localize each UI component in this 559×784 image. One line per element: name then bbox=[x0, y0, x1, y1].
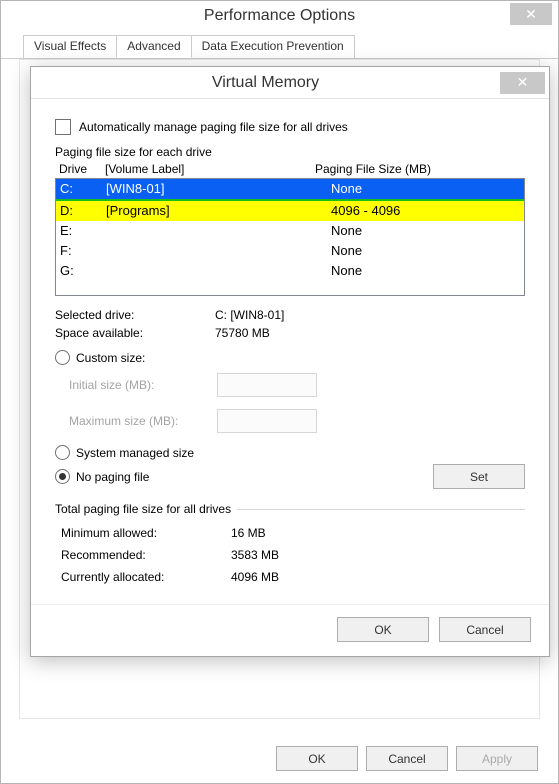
selected-drive-label: Selected drive: bbox=[55, 308, 215, 322]
drive-volume-label bbox=[106, 242, 331, 260]
drive-volume-label: [Programs] bbox=[106, 202, 331, 220]
vm-dialog-buttons: OK Cancel bbox=[31, 604, 549, 656]
totals-fieldset: Total paging file size for all drives Mi… bbox=[55, 509, 525, 590]
auto-manage-row: Automatically manage paging file size fo… bbox=[55, 119, 525, 135]
maximum-size-input bbox=[217, 409, 317, 433]
header-volume: [Volume Label] bbox=[105, 162, 315, 176]
drive-paging-size: None bbox=[331, 262, 520, 280]
performance-options-title: Performance Options bbox=[1, 1, 558, 35]
header-drive: Drive bbox=[59, 162, 105, 176]
radio-custom-label: Custom size: bbox=[76, 351, 145, 365]
drive-volume-label bbox=[106, 262, 331, 280]
drive-volume-label bbox=[106, 222, 331, 240]
vm-body: Automatically manage paging file size fo… bbox=[31, 99, 549, 604]
drive-paging-size: None bbox=[331, 180, 520, 198]
drive-letter: F: bbox=[60, 242, 106, 260]
drive-row[interactable]: E: None bbox=[56, 221, 524, 241]
close-icon[interactable]: ✕ bbox=[500, 72, 545, 94]
tab-visual-effects[interactable]: Visual Effects bbox=[23, 35, 117, 58]
currently-allocated-label: Currently allocated: bbox=[61, 570, 231, 584]
vm-titlebar: Virtual Memory ✕ bbox=[31, 67, 549, 99]
no-paging-row: No paging file Set bbox=[55, 464, 525, 489]
drive-paging-size: None bbox=[331, 222, 520, 240]
recommended-label: Recommended: bbox=[61, 548, 231, 562]
close-icon[interactable]: ✕ bbox=[510, 3, 552, 25]
drive-letter: G: bbox=[60, 262, 106, 280]
drive-row[interactable]: G: None bbox=[56, 261, 524, 281]
drive-row[interactable]: F: None bbox=[56, 241, 524, 261]
min-allowed-value: 16 MB bbox=[231, 526, 519, 540]
drive-row[interactable]: D:[Programs]4096 - 4096 bbox=[56, 201, 524, 221]
cancel-button[interactable]: Cancel bbox=[439, 617, 531, 642]
radio-custom-row: Custom size: bbox=[55, 350, 525, 365]
radio-no-paging-label: No paging file bbox=[76, 470, 149, 484]
currently-allocated-value: 4096 MB bbox=[231, 570, 519, 584]
section-label: Paging file size for each drive bbox=[55, 145, 525, 159]
totals-legend: Total paging file size for all drives bbox=[55, 502, 237, 516]
tab-advanced[interactable]: Advanced bbox=[116, 35, 191, 58]
radio-custom-size[interactable] bbox=[55, 350, 70, 365]
header-size: Paging File Size (MB) bbox=[315, 162, 525, 176]
auto-manage-label: Automatically manage paging file size fo… bbox=[79, 120, 348, 134]
initial-size-label: Initial size (MB): bbox=[69, 378, 217, 392]
selected-drive-info: Selected drive: C: [WIN8-01] Space avail… bbox=[55, 308, 525, 340]
tab-dep[interactable]: Data Execution Prevention bbox=[191, 35, 355, 58]
space-available-value: 75780 MB bbox=[215, 326, 525, 340]
performance-buttons: OK Cancel Apply bbox=[276, 746, 538, 771]
auto-manage-checkbox[interactable] bbox=[55, 119, 71, 135]
vm-title: Virtual Memory bbox=[31, 74, 500, 92]
drive-paging-size: 4096 - 4096 bbox=[331, 202, 520, 220]
virtual-memory-window: Virtual Memory ✕ Automatically manage pa… bbox=[30, 66, 550, 657]
set-button[interactable]: Set bbox=[433, 464, 525, 489]
drive-paging-size: None bbox=[331, 242, 520, 260]
drive-volume-label: [WIN8-01] bbox=[106, 180, 331, 198]
ok-button[interactable]: OK bbox=[276, 746, 358, 771]
drive-list-headers: Drive [Volume Label] Paging File Size (M… bbox=[55, 161, 525, 178]
size-inputs: Initial size (MB): Maximum size (MB): bbox=[69, 373, 525, 433]
radio-no-paging[interactable] bbox=[55, 469, 70, 484]
initial-size-input bbox=[217, 373, 317, 397]
selected-drive-value: C: [WIN8-01] bbox=[215, 308, 525, 322]
cancel-button[interactable]: Cancel bbox=[366, 746, 448, 771]
maximum-size-label: Maximum size (MB): bbox=[69, 414, 217, 428]
drive-row[interactable]: C:[WIN8-01]None bbox=[56, 179, 524, 201]
tab-strip: Visual Effects Advanced Data Execution P… bbox=[1, 35, 558, 59]
radio-system-managed-label: System managed size bbox=[76, 446, 194, 460]
space-available-label: Space available: bbox=[55, 326, 215, 340]
drive-letter: E: bbox=[60, 222, 106, 240]
drive-letter: C: bbox=[60, 180, 106, 198]
drive-list[interactable]: C:[WIN8-01]NoneD:[Programs]4096 - 4096E:… bbox=[55, 178, 525, 296]
radio-system-managed[interactable] bbox=[55, 445, 70, 460]
min-allowed-label: Minimum allowed: bbox=[61, 526, 231, 540]
apply-button[interactable]: Apply bbox=[456, 746, 538, 771]
recommended-value: 3583 MB bbox=[231, 548, 519, 562]
drive-letter: D: bbox=[60, 202, 106, 220]
radio-system-managed-row: System managed size bbox=[55, 445, 525, 460]
ok-button[interactable]: OK bbox=[337, 617, 429, 642]
